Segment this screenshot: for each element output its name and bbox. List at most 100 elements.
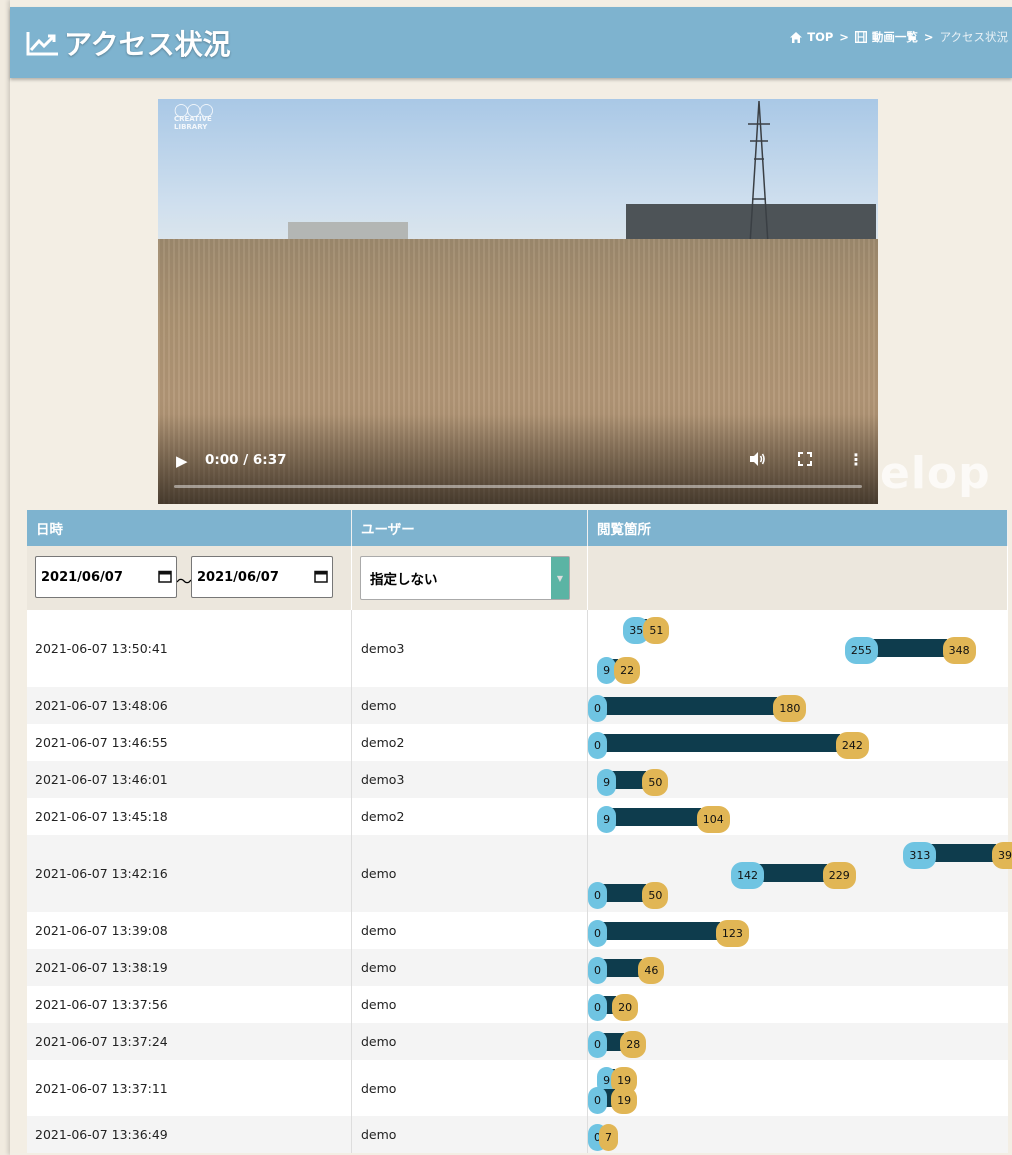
range-segment: 255 348 bbox=[588, 637, 1008, 664]
video-progress-bar[interactable] bbox=[174, 485, 862, 488]
range-start-badge: 9 bbox=[597, 806, 617, 833]
user-filter-cell: 指定しない ▼ bbox=[352, 546, 588, 610]
chevron-down-icon[interactable]: ▼ bbox=[551, 557, 569, 599]
table-header: 日時 ユーザー 閲覧箇所 bbox=[27, 510, 1008, 546]
range-segment: 0 180 bbox=[588, 695, 1008, 722]
range-start-badge: 0 bbox=[588, 732, 607, 759]
cell-user: demo bbox=[352, 1116, 588, 1153]
table-row: 2021-06-07 13:39:08 demo 0 123 bbox=[27, 912, 1008, 949]
cell-viewed-range: 9 50 bbox=[588, 761, 1008, 798]
range-segment: 313397 bbox=[588, 842, 1012, 869]
film-icon bbox=[854, 31, 867, 43]
cell-user: demo bbox=[352, 1023, 588, 1060]
table-row: 2021-06-07 13:48:06 demo 0 180 bbox=[27, 687, 1008, 724]
cell-user: demo2 bbox=[352, 798, 588, 835]
cell-viewed-range: 0 242 bbox=[588, 724, 1008, 761]
table-row: 2021-06-07 13:37:11 demo 9 19 0 19 bbox=[27, 1060, 1008, 1116]
cell-viewed-range: 0 123 bbox=[588, 912, 1008, 949]
range-segment: 142 229 bbox=[588, 862, 1008, 889]
range-start-badge: 0 bbox=[588, 920, 607, 947]
volume-icon[interactable] bbox=[748, 450, 766, 468]
home-icon bbox=[790, 31, 803, 43]
cell-datetime: 2021-06-07 13:39:08 bbox=[27, 912, 352, 949]
column-header-viewed-range: 閲覧箇所 bbox=[588, 510, 1008, 546]
date-to-input[interactable]: 2021/06/07 bbox=[191, 556, 333, 598]
cell-viewed-range: 07 bbox=[588, 1116, 1008, 1153]
range-end-badge: 242 bbox=[835, 732, 869, 759]
cell-datetime: 2021-06-07 13:42:16 bbox=[27, 835, 352, 912]
cell-user: demo bbox=[352, 986, 588, 1023]
cell-viewed-range: 9 104 bbox=[588, 798, 1008, 835]
range-segment: 0 28 bbox=[588, 1031, 1008, 1058]
page-title-text: アクセス状況 bbox=[64, 28, 231, 61]
video-tower bbox=[748, 100, 770, 244]
range-segment: 9 104 bbox=[588, 806, 1008, 833]
column-header-datetime: 日時 bbox=[27, 510, 352, 546]
cell-datetime: 2021-06-07 13:48:06 bbox=[27, 687, 352, 724]
cell-viewed-range: 0 28 bbox=[588, 1023, 1008, 1060]
table-row: 2021-06-07 13:38:19 demo 0 46 bbox=[27, 949, 1008, 986]
cell-viewed-range: 3133971422290 50 bbox=[588, 835, 1012, 912]
cell-user: demo3 bbox=[352, 761, 588, 798]
range-start-badge: 0 bbox=[588, 695, 607, 722]
range-segment: 35 51 bbox=[588, 617, 1008, 644]
range-segment: 9 50 bbox=[588, 769, 1008, 796]
range-segment: 0 20 bbox=[588, 994, 1008, 1021]
range-bar bbox=[596, 922, 720, 940]
cell-viewed-range: 9 19 0 19 bbox=[588, 1060, 1008, 1116]
video-controls: ▶ 0:00 / 6:37 ⋮ bbox=[158, 444, 878, 504]
range-segment: 0 19 bbox=[588, 1087, 1008, 1114]
cell-viewed-range: 0 20 bbox=[588, 986, 1008, 1023]
range-end-badge: 20 bbox=[612, 994, 639, 1021]
fullscreen-icon[interactable] bbox=[798, 452, 812, 466]
cell-user: demo bbox=[352, 835, 588, 912]
more-options-icon[interactable]: ⋮ bbox=[848, 450, 864, 469]
range-end-badge: 19 bbox=[611, 1087, 638, 1114]
range-start-badge: 0 bbox=[588, 1031, 607, 1058]
calendar-icon[interactable] bbox=[314, 569, 328, 583]
range-start-badge: 0 bbox=[588, 994, 607, 1021]
play-icon[interactable]: ▶ bbox=[176, 452, 188, 470]
range-end-badge: 22 bbox=[614, 657, 641, 684]
cell-datetime: 2021-06-07 13:37:56 bbox=[27, 986, 352, 1023]
range-end-badge: 7 bbox=[599, 1124, 619, 1151]
range-end-badge: 123 bbox=[715, 920, 749, 947]
breadcrumb-top[interactable]: TOP bbox=[790, 30, 833, 44]
cell-datetime: 2021-06-07 13:38:19 bbox=[27, 949, 352, 986]
video-player[interactable]: ◯◯◯ CREATIVE LIBRARY ▶ 0:00 / 6:37 ⋮ bbox=[158, 99, 878, 504]
range-bar bbox=[596, 734, 840, 752]
page-header: アクセス状況 TOP > 動画一覧 > アクセス状況 bbox=[10, 7, 1012, 78]
cell-viewed-range: 0 180 bbox=[588, 687, 1008, 724]
range-start-badge: 0 bbox=[588, 957, 607, 984]
range-start-badge: 0 bbox=[588, 1087, 607, 1114]
calendar-icon[interactable] bbox=[158, 569, 172, 583]
user-select[interactable]: 指定しない ▼ bbox=[360, 556, 570, 600]
video-building bbox=[288, 222, 408, 240]
table-row: 2021-06-07 13:36:49 demo 0 7 bbox=[27, 1116, 1008, 1153]
range-end-badge: 28 bbox=[620, 1031, 647, 1058]
cell-user: demo bbox=[352, 687, 588, 724]
cell-datetime: 2021-06-07 13:37:11 bbox=[27, 1060, 352, 1116]
table-row: 2021-06-07 13:42:16demo3133971422290 50 bbox=[27, 835, 1012, 912]
breadcrumb-separator: > bbox=[923, 30, 934, 44]
table-row: 2021-06-07 13:46:01 demo3 9 50 bbox=[27, 761, 1008, 798]
range-start-badge: 9 bbox=[597, 769, 617, 796]
cell-datetime: 2021-06-07 13:36:49 bbox=[27, 1116, 352, 1153]
cell-viewed-range: 0 46 bbox=[588, 949, 1008, 986]
breadcrumb-current: アクセス状況 bbox=[939, 30, 1008, 44]
cell-datetime: 2021-06-07 13:50:41 bbox=[27, 610, 352, 687]
date-from-input[interactable]: 2021/06/07 bbox=[35, 556, 177, 598]
table-row: 2021-06-07 13:37:24 demo 0 28 bbox=[27, 1023, 1008, 1060]
chart-line-icon bbox=[26, 32, 58, 56]
range-bar bbox=[605, 808, 701, 826]
range-end-badge: 50 bbox=[642, 769, 669, 796]
range-segment: 07 bbox=[588, 1124, 1008, 1151]
range-segment: 9 22 bbox=[588, 657, 1008, 684]
breadcrumb-videos[interactable]: 動画一覧 bbox=[854, 29, 918, 45]
range-segment: 0 242 bbox=[588, 732, 1008, 759]
table-row: 2021-06-07 13:37:56 demo 0 20 bbox=[27, 986, 1008, 1023]
table-row: 2021-06-07 13:46:55 demo2 0 242 bbox=[27, 724, 1008, 761]
range-segment: 0 50 bbox=[588, 882, 1008, 909]
range-start-badge: 0 bbox=[588, 882, 607, 909]
filter-row: 2021/06/07 〜 2021/06/07 指定しない ▼ bbox=[27, 546, 1008, 610]
